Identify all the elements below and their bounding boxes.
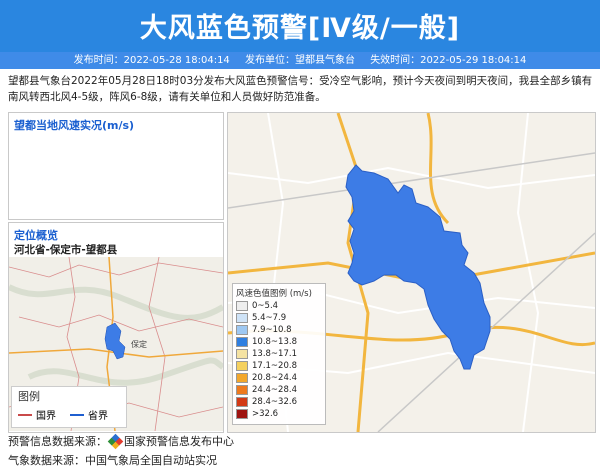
legend-swatch	[236, 312, 248, 323]
legend-item: 5.4~7.9	[236, 312, 286, 323]
warning-source-name[interactable]: 国家预警信息发布中心	[124, 433, 234, 449]
legend-swatch	[236, 408, 248, 419]
map-legend-title: 图例	[18, 390, 40, 403]
legend-label: 7.9~10.8	[252, 324, 292, 335]
legend-item: 20.8~24.4	[236, 372, 297, 383]
location-panel-title: 定位概览	[14, 229, 58, 242]
legend-item: 13.8~17.1	[236, 348, 297, 359]
legend-item: 7.9~10.8	[236, 324, 292, 335]
wind-speed-panel: 望都当地风速实况(m/s)	[8, 112, 224, 220]
national-border-line-icon	[18, 413, 32, 416]
legend-item: 10.8~13.8	[236, 336, 297, 347]
legend-label: 5.4~7.9	[252, 312, 287, 323]
legend-item: 0~5.4	[236, 300, 278, 311]
issuer: 发布单位：望都县气象台	[245, 55, 355, 66]
legend-label: 0~5.4	[252, 300, 279, 311]
warning-title: 大风蓝色预警[Ⅳ级/一般]	[139, 13, 461, 44]
legend-item: >32.6	[236, 408, 278, 419]
legend-label: 28.4~32.6	[252, 396, 297, 407]
legend-swatch	[236, 348, 248, 359]
legend-label: >32.6	[252, 408, 279, 419]
map-label-baoding: 保定	[131, 339, 147, 349]
issue-time: 发布时间：2022-05-28 18:04:14	[73, 55, 230, 66]
provincial-border-label: 省界	[88, 411, 108, 422]
location-panel: 定位概览 河北省-保定市-望都县 保定 图例 国界 省界	[8, 222, 224, 433]
warning-source-label: 预警信息数据来源：	[8, 435, 107, 448]
legend-label: 13.8~17.1	[252, 348, 297, 359]
legend-swatch	[236, 372, 248, 383]
location-region: 河北省-保定市-望都县	[14, 244, 118, 256]
expire-time: 失效时间：2022-05-29 18:04:14	[370, 55, 527, 66]
legend-swatch	[236, 324, 248, 335]
legend-item: 17.1~20.8	[236, 360, 297, 371]
national-border-label: 国界	[36, 411, 56, 422]
wind-panel-title: 望都当地风速实况(m/s)	[14, 119, 135, 132]
wind-color-legend: 风速色值图例 (m/s) 0~5.4 5.4~7.9 7.9~10.8 10.8…	[232, 283, 326, 425]
legend-item: 24.4~28.4	[236, 384, 297, 395]
weather-source-line: 气象数据来源：中国气象局全国自动站实况	[8, 454, 217, 467]
warning-banner: 大风蓝色预警[Ⅳ级/一般]	[0, 0, 600, 52]
main-map[interactable]: 风速色值图例 (m/s) 0~5.4 5.4~7.9 7.9~10.8 10.8…	[227, 112, 596, 433]
legend-swatch	[236, 384, 248, 395]
provincial-border-line-icon	[70, 413, 84, 416]
legend-label: 10.8~13.8	[252, 336, 297, 347]
warning-center-logo-icon	[107, 433, 124, 449]
warning-meta-bar: 发布时间：2022-05-28 18:04:14 发布单位：望都县气象台 失效时…	[0, 52, 600, 69]
legend-swatch	[236, 360, 248, 371]
legend-label: 24.4~28.4	[252, 384, 297, 395]
wind-legend-title: 风速色值图例 (m/s)	[236, 289, 312, 299]
warning-description: 望都县气象台2022年05月28日18时03分发布大风蓝色预警信号：受冷空气影响…	[8, 75, 593, 103]
map-legend: 图例 国界 省界	[11, 386, 127, 428]
legend-swatch	[236, 300, 248, 311]
legend-swatch	[236, 336, 248, 347]
warning-source-line: 预警信息数据来源： 国家预警信息发布中心	[8, 433, 234, 449]
legend-swatch	[236, 396, 248, 407]
legend-label: 20.8~24.4	[252, 372, 297, 383]
legend-item: 28.4~32.6	[236, 396, 297, 407]
legend-label: 17.1~20.8	[252, 360, 297, 371]
